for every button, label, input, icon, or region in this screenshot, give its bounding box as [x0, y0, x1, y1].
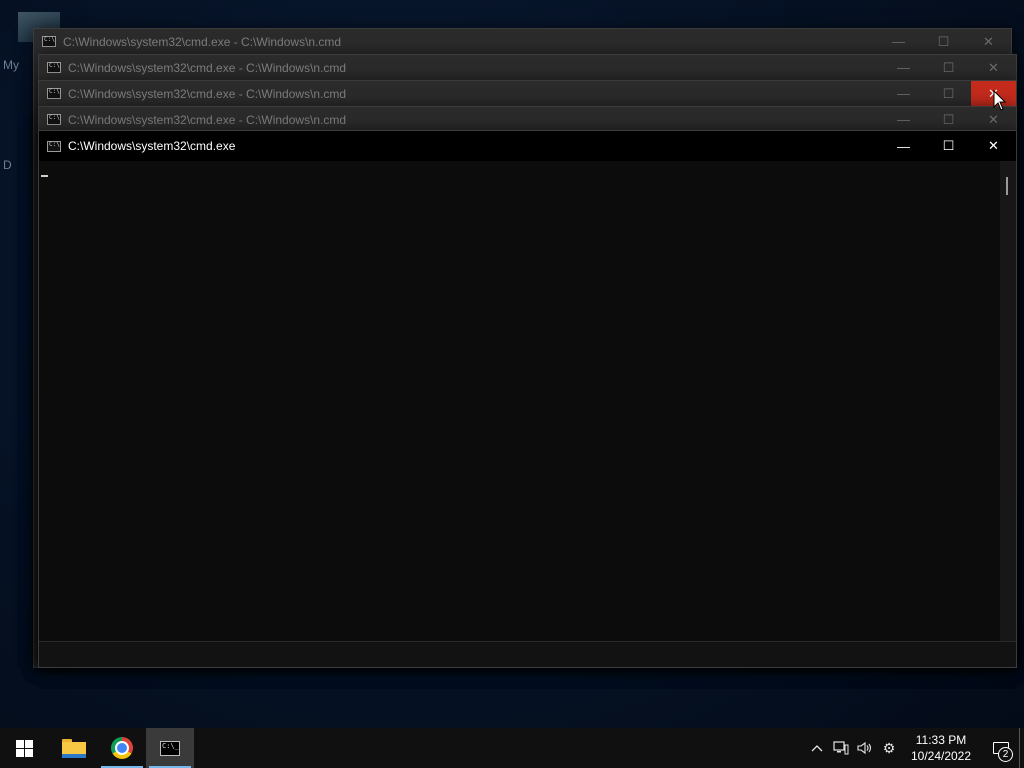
- minimize-button[interactable]: —: [881, 107, 926, 132]
- minimize-button[interactable]: —: [881, 131, 926, 161]
- clock-date: 10/24/2022: [910, 749, 972, 763]
- window-titlebar[interactable]: C:\Windows\system32\cmd.exe - C:\Windows…: [39, 107, 1016, 132]
- window-title: C:\Windows\system32\cmd.exe - C:\Windows…: [63, 34, 342, 49]
- cmd-icon: [160, 740, 180, 756]
- maximize-button[interactable]: ☐: [926, 131, 971, 161]
- start-button[interactable]: [0, 728, 48, 768]
- clock[interactable]: 11:33 PM 10/24/2022: [905, 732, 977, 764]
- minimize-button[interactable]: —: [881, 81, 926, 106]
- desktop-label-d: D: [3, 158, 12, 172]
- minimize-button[interactable]: —: [876, 29, 921, 54]
- show-desktop-button[interactable]: [1019, 728, 1024, 768]
- window-bottom-strip: [39, 641, 1016, 667]
- network-icon[interactable]: [829, 728, 853, 768]
- text-cursor: [41, 175, 48, 177]
- maximize-button[interactable]: ☐: [921, 29, 966, 54]
- notification-count-badge: 2: [998, 747, 1013, 762]
- window-titlebar[interactable]: C:\Windows\system32\cmd.exe - C:\Windows…: [39, 81, 1016, 106]
- window-titlebar[interactable]: C:\Windows\system32\cmd.exe - C:\Windows…: [39, 55, 1016, 80]
- window-title: C:\Windows\system32\cmd.exe - C:\Windows…: [68, 86, 347, 101]
- maximize-button[interactable]: ☐: [926, 55, 971, 80]
- mouse-pointer-icon: [993, 90, 1007, 111]
- minimize-button[interactable]: —: [881, 55, 926, 80]
- cmd-app-icon: [47, 140, 61, 152]
- chrome-button[interactable]: [98, 728, 146, 768]
- cmd-app-icon: [47, 114, 61, 125]
- volume-icon[interactable]: [853, 728, 877, 768]
- taskbar: ⚙ 11:33 PM 10/24/2022 2: [0, 728, 1024, 768]
- clock-time: 11:33 PM: [915, 733, 967, 747]
- windows-logo-icon: [15, 739, 33, 757]
- window-titlebar[interactable]: C:\Windows\system32\cmd.exe — ☐ ✕: [39, 131, 1016, 161]
- show-hidden-icons-chevron-icon[interactable]: [805, 728, 829, 768]
- desktop-label-my: My: [3, 58, 19, 72]
- action-center-button[interactable]: 2: [983, 728, 1019, 768]
- settings-gear-icon[interactable]: ⚙: [877, 728, 901, 768]
- window-title: C:\Windows\system32\cmd.exe: [68, 139, 236, 153]
- close-button[interactable]: ✕: [971, 55, 1016, 80]
- cmd-window-active[interactable]: C:\Windows\system32\cmd.exe — ☐ ✕: [38, 130, 1017, 668]
- chrome-icon: [111, 737, 133, 759]
- maximize-button[interactable]: ☐: [926, 107, 971, 132]
- window-titlebar[interactable]: C:\Windows\system32\cmd.exe - C:\Windows…: [34, 29, 1011, 54]
- cmd-app-icon: [47, 88, 61, 99]
- vertical-scrollbar[interactable]: [1000, 161, 1016, 642]
- cmd-app-icon: [42, 36, 56, 47]
- file-explorer-button[interactable]: [50, 728, 98, 768]
- close-button[interactable]: ✕: [966, 29, 1011, 54]
- cmd-taskbar-button[interactable]: [146, 728, 194, 768]
- window-title: C:\Windows\system32\cmd.exe - C:\Windows…: [68, 112, 347, 127]
- cmd-app-icon: [47, 62, 61, 73]
- system-tray: ⚙ 11:33 PM 10/24/2022 2: [805, 728, 1024, 768]
- folder-icon: [62, 738, 86, 758]
- desktop: My D C:\Windows\system32\cmd.exe - C:\Wi…: [0, 0, 1024, 728]
- scrollbar-thumb[interactable]: [1006, 177, 1008, 195]
- maximize-button[interactable]: ☐: [926, 81, 971, 106]
- console-output-area[interactable]: [39, 161, 1000, 642]
- window-title: C:\Windows\system32\cmd.exe - C:\Windows…: [68, 60, 347, 75]
- close-button[interactable]: ✕: [971, 131, 1016, 161]
